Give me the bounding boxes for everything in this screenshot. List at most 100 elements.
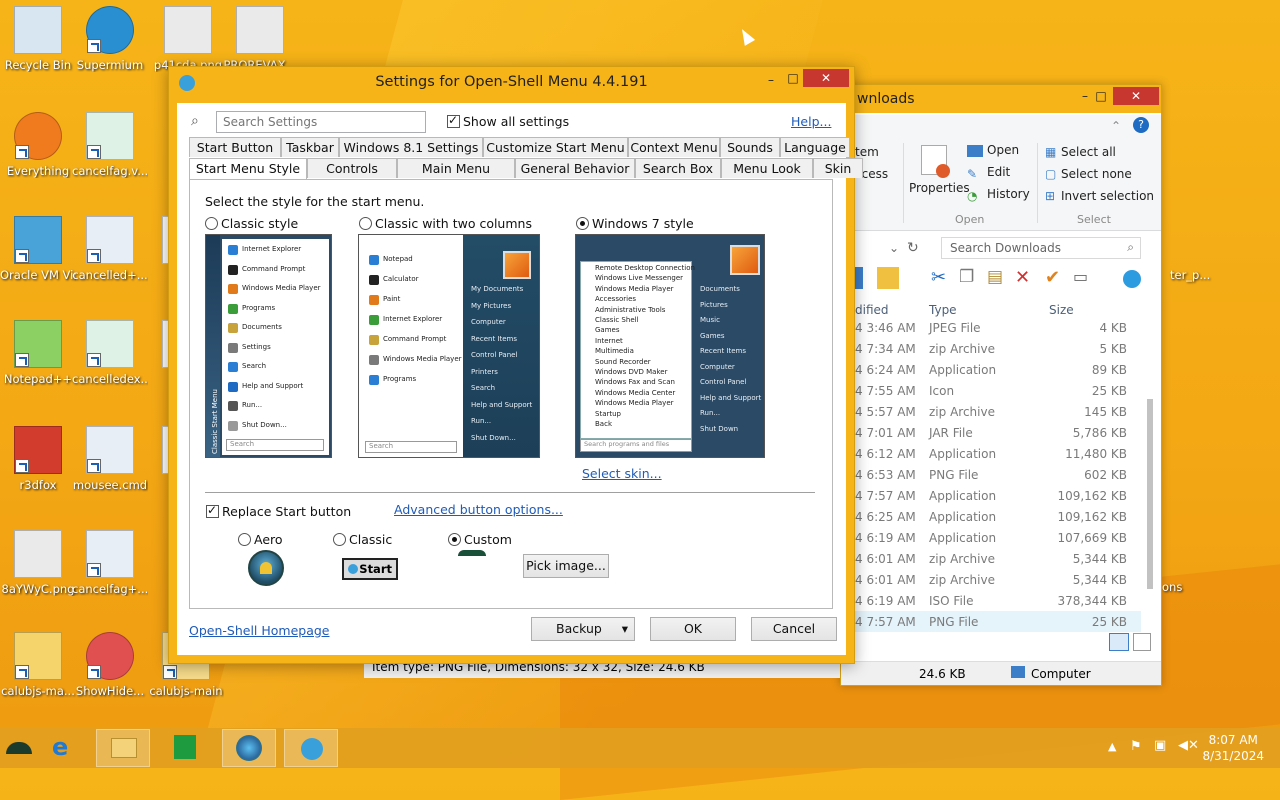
open-shell-icon[interactable] xyxy=(1123,270,1141,288)
tab-context-menu[interactable]: Context Menu xyxy=(628,137,720,157)
tab-start-menu-style[interactable]: Start Menu Style xyxy=(189,158,307,180)
cut-icon[interactable]: ✂ xyxy=(931,267,953,289)
maximize-button[interactable]: □ xyxy=(1087,87,1115,105)
select-none-button[interactable]: Select none xyxy=(1061,167,1132,181)
tab-language[interactable]: Language xyxy=(780,137,850,157)
show-all-settings-checkbox[interactable] xyxy=(447,113,460,128)
classic-button-label[interactable]: Classic xyxy=(349,532,392,547)
replace-start-button-checkbox[interactable] xyxy=(206,503,219,518)
close-button[interactable]: ✕ xyxy=(1113,87,1159,105)
custom-button-radio[interactable] xyxy=(448,533,461,546)
ribbon-item-partial[interactable]: tem xyxy=(855,145,879,159)
refresh-icon[interactable]: ↻ xyxy=(907,240,919,256)
view-icon[interactable] xyxy=(855,267,863,289)
open-shell-settings-dialog[interactable]: Settings for Open-Shell Menu 4.4.191 – □… xyxy=(168,66,863,664)
table-row[interactable]: 4 6:01 AM zip Archive 5,344 KB xyxy=(841,569,1141,590)
action-center-flag-icon[interactable]: ⚑ xyxy=(1130,739,1142,754)
checkmark-icon[interactable]: ✔ xyxy=(1045,267,1067,289)
windows-7-style-label[interactable]: Windows 7 style xyxy=(592,216,694,231)
help-icon[interactable]: ? xyxy=(1133,117,1149,133)
taskbar-ie[interactable]: e xyxy=(38,729,92,767)
ok-button[interactable]: OK xyxy=(650,617,736,641)
table-row[interactable]: 4 7:01 AM JAR File 5,786 KB xyxy=(841,422,1141,443)
file-explorer-window[interactable]: wnloads – □ ✕ ⌃ ? tem ccess Properties O… xyxy=(840,84,1162,686)
desktop-icon[interactable]: mousee.cmd xyxy=(72,426,148,492)
table-row[interactable]: 4 7:57 AM Application 109,162 KB xyxy=(841,485,1141,506)
tab-sounds[interactable]: Sounds xyxy=(720,137,780,157)
desktop-icon[interactable]: Supermium xyxy=(72,6,148,72)
tab-windows-8-1-settings[interactable]: Windows 8.1 Settings xyxy=(339,137,483,157)
table-row[interactable]: 4 6:19 AM Application 107,669 KB xyxy=(841,527,1141,548)
table-row[interactable]: 4 6:12 AM Application 11,480 KB xyxy=(841,443,1141,464)
tab-general-behavior[interactable]: General Behavior xyxy=(515,158,635,178)
table-row[interactable]: 4 5:57 AM zip Archive 145 KB xyxy=(841,401,1141,422)
dialog-title-bar[interactable]: Settings for Open-Shell Menu 4.4.191 – □… xyxy=(169,67,854,97)
desktop-icon[interactable]: cancelledex... xyxy=(72,320,148,386)
tab-main-menu[interactable]: Main Menu xyxy=(397,158,515,178)
column-modified[interactable]: dified xyxy=(855,303,889,317)
table-row[interactable]: 4 7:34 AM zip Archive 5 KB xyxy=(841,338,1141,359)
desktop-icon[interactable]: cancelled+... xyxy=(72,216,148,282)
classic-button-radio[interactable] xyxy=(333,533,346,546)
tab-taskbar[interactable]: Taskbar xyxy=(281,137,339,157)
windows-7-preview[interactable]: Remote Desktop Connection Windows Live Me… xyxy=(575,234,765,458)
two-column-preview[interactable]: Notepad Calculator Paint Internet Explorer C… xyxy=(358,234,540,458)
desktop-icon[interactable]: cancelfag.v... xyxy=(72,112,148,178)
details-view-icon[interactable] xyxy=(1109,633,1129,651)
desktop-icon[interactable]: Oracle VM VirtualBox xyxy=(0,216,76,282)
properties-button[interactable]: Properties xyxy=(909,181,970,195)
chevron-up-icon[interactable]: ⌃ xyxy=(1111,119,1121,133)
column-type[interactable]: Type xyxy=(929,303,957,317)
paste-icon[interactable]: ▤ xyxy=(987,267,1009,289)
classic-two-columns-label[interactable]: Classic with two columns xyxy=(375,216,532,231)
aero-button-radio[interactable] xyxy=(238,533,251,546)
aero-button-label[interactable]: Aero xyxy=(254,532,283,547)
help-link[interactable]: Help... xyxy=(791,114,831,129)
rename-icon[interactable]: ▭ xyxy=(1073,267,1095,289)
select-skin-link[interactable]: Select skin... xyxy=(582,466,662,481)
copy-icon[interactable]: ❐ xyxy=(959,267,981,289)
table-row[interactable]: 4 6:01 AM zip Archive 5,344 KB xyxy=(841,548,1141,569)
start-button-icon[interactable] xyxy=(6,742,32,754)
cancel-button[interactable]: Cancel xyxy=(751,617,837,641)
custom-button-label[interactable]: Custom xyxy=(464,532,512,547)
column-size[interactable]: Size xyxy=(1049,303,1074,317)
volume-muted-icon[interactable]: ◀✕ xyxy=(1178,738,1199,753)
desktop-icon[interactable]: Recycle Bin xyxy=(0,6,76,72)
tab-customize-start-menu[interactable]: Customize Start Menu xyxy=(483,137,628,157)
tab-start-button[interactable]: Start Button xyxy=(189,137,281,157)
desktop-icon[interactable]: 8aYWyC.png xyxy=(0,530,76,596)
search-downloads-input[interactable]: Search Downloads ⌕ xyxy=(941,237,1141,259)
show-all-settings-label[interactable]: Show all settings xyxy=(463,114,569,129)
taskbar-file-explorer[interactable] xyxy=(96,729,150,767)
table-row[interactable]: 4 7:57 AM PNG File 25 KB xyxy=(841,611,1141,632)
table-row[interactable]: 4 3:46 AM JPEG File 4 KB xyxy=(841,317,1141,338)
scrollbar[interactable] xyxy=(1145,303,1155,615)
explorer-title-bar[interactable]: wnloads – □ ✕ xyxy=(841,85,1161,113)
desktop-icon[interactable]: cancelfag+... xyxy=(72,530,148,596)
tab-skin[interactable]: Skin xyxy=(813,158,863,178)
desktop-icon[interactable]: calubjs-ma... xyxy=(0,632,76,698)
desktop-icon[interactable]: Everything xyxy=(0,112,76,178)
table-row[interactable]: 4 6:19 AM ISO File 378,344 KB xyxy=(841,590,1141,611)
taskbar-store[interactable] xyxy=(158,729,212,767)
table-row[interactable]: 4 6:25 AM Application 109,162 KB xyxy=(841,506,1141,527)
chevron-down-icon[interactable]: ⌄ xyxy=(889,241,899,255)
desktop-icon[interactable]: r3dfox xyxy=(0,426,76,492)
taskbar-open-shell[interactable] xyxy=(284,729,338,767)
classic-two-columns-radio[interactable] xyxy=(359,217,372,230)
table-row[interactable]: 4 7:55 AM Icon 25 KB xyxy=(841,380,1141,401)
table-row[interactable]: 4 6:53 AM PNG File 602 KB xyxy=(841,464,1141,485)
large-icons-view-icon[interactable] xyxy=(1133,633,1151,651)
taskbar-supermium[interactable] xyxy=(222,729,276,767)
classic-style-preview[interactable]: Classic Start Menu Internet Explorer Comm… xyxy=(205,234,332,458)
desktop-icon[interactable]: p41cda.png xyxy=(150,6,226,72)
edit-button[interactable]: Edit xyxy=(987,165,1010,179)
backup-button[interactable]: Backup ▾ xyxy=(531,617,635,641)
select-all-button[interactable]: Select all xyxy=(1061,145,1116,159)
open-button[interactable]: Open xyxy=(987,143,1019,157)
tab-menu-look[interactable]: Menu Look xyxy=(721,158,813,178)
delete-icon[interactable]: ✕ xyxy=(1015,267,1037,289)
advanced-button-options-link[interactable]: Advanced button options... xyxy=(394,502,563,517)
properties-icon[interactable] xyxy=(921,145,950,178)
